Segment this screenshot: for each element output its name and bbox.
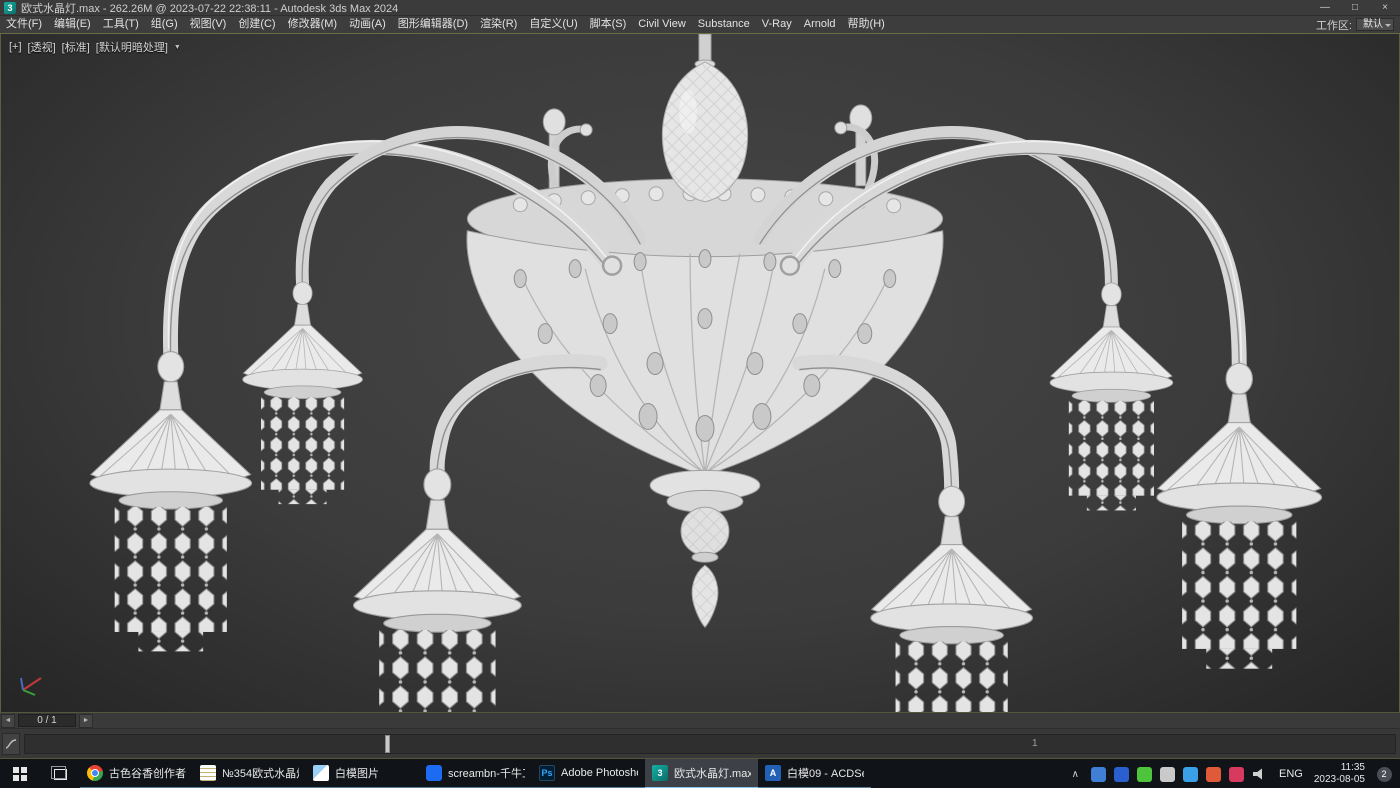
menu-item[interactable]: 图形编辑器(D) [392, 16, 474, 33]
system-tray: ∧ ENG 11:35 2023-08-05 2 [1069, 759, 1400, 788]
menu-bar: 文件(F)编辑(E)工具(T)组(G)视图(V)创建(C)修改器(M)动画(A)… [0, 16, 1400, 33]
tray-app-6-icon[interactable] [1229, 767, 1244, 782]
previous-frame-icon[interactable]: ◄ [1, 714, 15, 728]
chandelier-model[interactable] [1, 34, 1399, 712]
time-slider-row: ◄ 0 / 1 ► [0, 712, 1400, 728]
chandelier-lamp [90, 352, 252, 652]
menu-item[interactable]: 编辑(E) [48, 16, 97, 33]
perspective-viewport[interactable]: [+] [透视] [标准] [默认明暗处理] ▼ [0, 33, 1400, 712]
menu-item[interactable]: 工具(T) [97, 16, 145, 33]
chevron-down-icon[interactable]: ▼ [174, 44, 181, 51]
chandelier-bowl [467, 179, 943, 476]
menu-item[interactable]: Substance [692, 16, 756, 33]
tray-app-5-icon[interactable] [1206, 767, 1221, 782]
taskbar-task[interactable]: screambn-千牛工... [419, 759, 532, 788]
menu-item[interactable]: Arnold [798, 16, 842, 33]
menu-item[interactable]: 自定义(U) [523, 16, 583, 33]
3dsmax-app-icon: 3 [4, 2, 16, 14]
chandelier-lamp [1157, 363, 1322, 668]
chandelier-lamp [353, 469, 521, 712]
world-axis-gizmo [15, 668, 55, 698]
viewport-label: [+] [透视] [标准] [默认明暗处理] ▼ [9, 39, 181, 55]
task-label: 古色谷香创作者主... [109, 765, 186, 781]
menu-item[interactable]: 修改器(M) [282, 16, 344, 33]
close-icon[interactable]: × [1370, 0, 1400, 16]
qianniu-icon [426, 765, 442, 781]
viewport-menu-renderer[interactable]: [标准] [62, 39, 90, 55]
mini-curve-editor-button[interactable] [2, 733, 20, 755]
task-label: 欧式水晶灯.max - ... [674, 765, 751, 781]
clock-date: 2023-08-05 [1314, 774, 1365, 787]
notification-badge: 2 [1377, 767, 1392, 782]
taskbar-tasks: 古色谷香创作者主... №354欧式水晶灯... 白模图片 screambn-千牛工.… [80, 759, 871, 788]
maximize-icon[interactable]: □ [1340, 0, 1370, 16]
windows-logo-icon [13, 767, 27, 781]
tray-app-2-icon[interactable] [1114, 767, 1129, 782]
task-label: screambn-千牛工... [448, 765, 525, 781]
window-title: 欧式水晶灯.max - 262.26M @ 2023-07-22 22:38:1… [21, 0, 1310, 16]
workspace-dropdown[interactable]: 默认 [1356, 18, 1394, 31]
title-bar: 3 欧式水晶灯.max - 262.26M @ 2023-07-22 22:38… [0, 0, 1400, 16]
clock-time: 11:35 [1314, 762, 1365, 775]
task-label: Adobe Photosho... [561, 767, 638, 779]
taskbar-task[interactable]: 古色谷香创作者主... [80, 759, 193, 788]
current-frame-display[interactable]: 0 / 1 [18, 714, 76, 727]
workspace-label: 工作区: [1316, 17, 1352, 33]
menu-item[interactable]: 创建(C) [232, 16, 281, 33]
next-frame-icon[interactable]: ► [79, 714, 93, 728]
tray-app-3-icon[interactable] [1160, 767, 1175, 782]
chrome-icon [87, 765, 103, 781]
acdsee-icon: A [765, 765, 781, 781]
chevron-up-icon[interactable]: ∧ [1069, 769, 1082, 780]
viewport-menu-shading[interactable]: [默认明暗处理] [96, 39, 168, 55]
curve-icon [5, 738, 17, 750]
menu-item[interactable]: V-Ray [756, 16, 798, 33]
task-view-button[interactable] [40, 759, 80, 788]
taskbar-task[interactable]: 白模图片 [306, 759, 419, 788]
menu-item[interactable]: 文件(F) [0, 16, 48, 33]
start-button[interactable] [0, 759, 40, 788]
menu-item[interactable]: Civil View [632, 16, 691, 33]
language-indicator[interactable]: ENG [1277, 768, 1305, 780]
viewport-menu-general[interactable]: [+] [9, 41, 22, 53]
chandelier-lamp [1050, 283, 1173, 511]
chandelier-lamp [871, 486, 1033, 712]
task-label: №354欧式水晶灯... [222, 765, 299, 781]
menu-item[interactable]: 组(G) [145, 16, 184, 33]
track-bar-row: 1 [0, 728, 1400, 759]
menu-item[interactable]: 视图(V) [184, 16, 233, 33]
action-center-button[interactable]: 2 [1374, 764, 1394, 784]
photoshop-icon: Ps [539, 765, 555, 781]
taskbar-task[interactable]: Ps Adobe Photosho... [532, 759, 645, 788]
taskbar-task[interactable]: №354欧式水晶灯... [193, 759, 306, 788]
menu-item[interactable]: 动画(A) [343, 16, 392, 33]
tray-app-1-icon[interactable] [1091, 767, 1106, 782]
task-view-icon [54, 769, 67, 780]
minimize-icon[interactable]: — [1310, 0, 1340, 16]
task-label: 白模图片 [335, 765, 379, 781]
viewport-menu-pov[interactable]: [透视] [28, 39, 56, 55]
tray-app-4-icon[interactable] [1183, 767, 1198, 782]
track-bar[interactable]: 1 [24, 734, 1396, 754]
menu-item[interactable]: 脚本(S) [584, 16, 633, 33]
taskbar-clock[interactable]: 11:35 2023-08-05 [1314, 762, 1365, 787]
chandelier-lamp [243, 282, 363, 504]
task-label: 白模09 - ACDSee ... [787, 765, 864, 781]
tray-wechat-icon[interactable] [1137, 767, 1152, 782]
menu-item[interactable]: 渲染(R) [474, 16, 523, 33]
menu-bar-items: 文件(F)编辑(E)工具(T)组(G)视图(V)创建(C)修改器(M)动画(A)… [0, 16, 891, 33]
end-frame-label: 1 [1032, 738, 1038, 749]
menu-item[interactable]: 帮助(H) [842, 16, 891, 33]
time-slider-handle[interactable] [385, 735, 390, 753]
taskbar-task[interactable]: A 白模09 - ACDSee ... [758, 759, 871, 788]
taskbar: 古色谷香创作者主... №354欧式水晶灯... 白模图片 screambn-千牛工.… [0, 759, 1400, 788]
volume-icon[interactable] [1253, 768, 1268, 781]
workspace-selector: 工作区: 默认 [1316, 17, 1400, 33]
max-icon: 3 [652, 765, 668, 781]
text-document-icon [200, 765, 216, 781]
tray-icons [1091, 767, 1244, 782]
taskbar-task[interactable]: 3 欧式水晶灯.max - ... [645, 759, 758, 788]
image-file-icon [313, 765, 329, 781]
